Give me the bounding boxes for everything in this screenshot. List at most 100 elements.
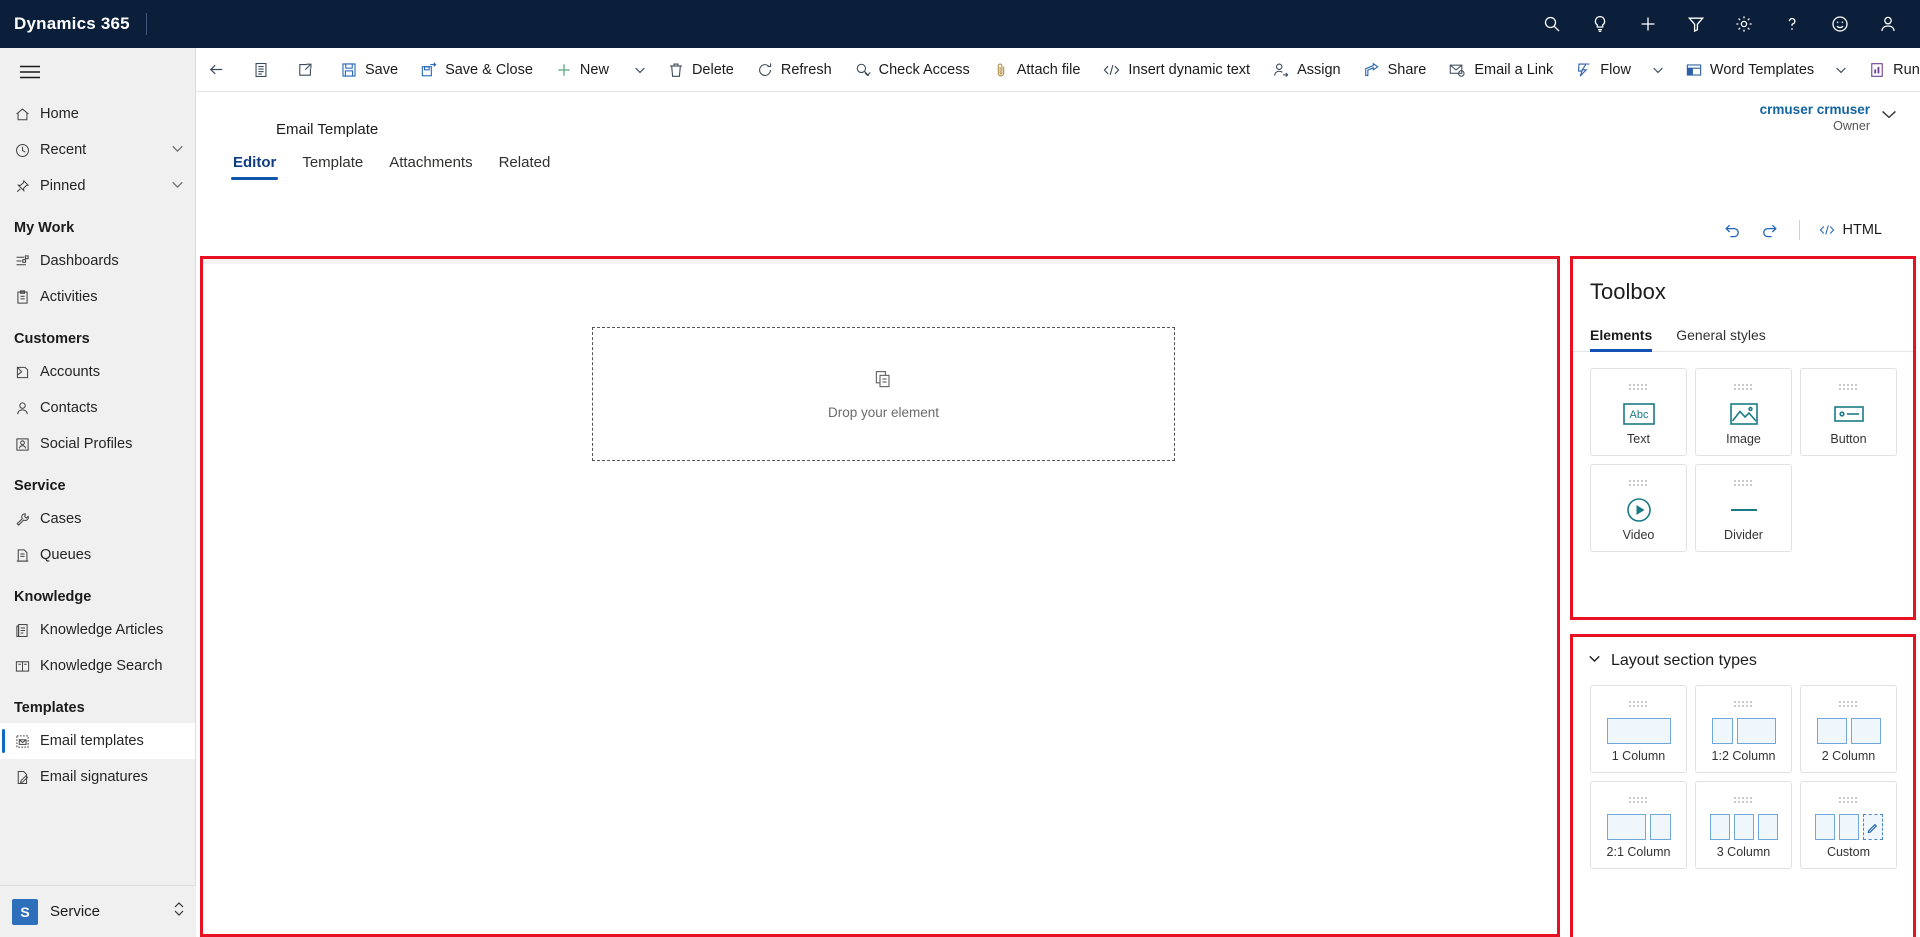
drag-handle-icon[interactable] [1733,378,1755,396]
tab-editor[interactable]: Editor [220,148,289,180]
element-tile-divider[interactable]: Divider [1695,464,1792,552]
sidebar-item-email-signatures[interactable]: Email signatures [0,759,195,795]
smiley-icon[interactable] [1816,0,1864,48]
canvas-scrollbar[interactable] [203,259,1557,264]
video-element-icon [1626,492,1652,528]
filter-icon[interactable] [1672,0,1720,48]
back-button[interactable] [196,48,237,91]
toolbox-title: Toolbox [1590,279,1666,304]
gear-icon[interactable] [1720,0,1768,48]
sidebar-item-cases[interactable]: Cases [0,501,195,537]
drag-handle-icon[interactable] [1628,695,1650,713]
email-canvas[interactable]: Drop your element [200,256,1560,937]
element-tile-image[interactable]: Image [1695,368,1792,456]
tab-attachments[interactable]: Attachments [376,148,485,180]
flow-chevron-down-icon[interactable] [1642,48,1674,91]
drag-handle-icon[interactable] [1838,695,1860,713]
plus-icon[interactable] [1624,0,1672,48]
insert-dynamic-text-button[interactable]: Insert dynamic text [1091,48,1261,91]
sidebar-item-dashboards[interactable]: Dashboards [0,243,195,279]
redo-button[interactable] [1753,215,1787,245]
layout-section-types-header[interactable]: Layout section types [1573,637,1913,671]
hamburger-menu-icon[interactable] [6,48,54,96]
sidebar-item-queues[interactable]: Queues [0,537,195,573]
search-icon[interactable] [1528,0,1576,48]
element-tile-video[interactable]: Video [1590,464,1687,552]
run-report-button[interactable]: Run Report [1857,48,1920,91]
tab-general-styles[interactable]: General styles [1676,327,1775,351]
layout-tile-2-column[interactable]: 2 Column [1800,685,1897,773]
email-a-link-button[interactable]: Email a Link [1437,48,1564,91]
undo-button[interactable] [1715,215,1749,245]
flow-button[interactable]: Flow [1564,48,1642,91]
chevron-down-icon[interactable] [1587,651,1602,671]
sidebar-item-social-profiles[interactable]: Social Profiles [0,426,195,462]
layout-tile-grid: 1 Column 1:2 Column 2 Column 2:1 Column … [1573,671,1913,869]
drag-handle-icon[interactable] [1628,378,1650,396]
save-and-close-button[interactable]: Save & Close [409,48,544,91]
sidebar-group-customers: Customers [14,331,90,347]
word-templates-chevron-down-icon[interactable] [1825,48,1857,91]
sidebar-item-home[interactable]: Home [0,96,195,132]
assign-button[interactable]: Assign [1261,48,1352,91]
sidebar-item-contacts[interactable]: Contacts [0,390,195,426]
drag-handle-icon[interactable] [1733,695,1755,713]
question-icon[interactable] [1768,0,1816,48]
layout-tile-custom[interactable]: Custom [1800,781,1897,869]
layout-tile-label: 1:2 Column [1711,749,1776,763]
refresh-button[interactable]: Refresh [745,48,843,91]
drag-handle-icon[interactable] [1838,378,1860,396]
chevron-down-icon[interactable] [170,141,185,160]
editor-toolbar: HTML [1715,215,1888,245]
sidebar-item-label: Knowledge Articles [40,622,164,638]
sidebar-item-pinned[interactable]: Pinned [0,168,195,204]
command-bar: Save Save & Close New Delete Refresh Che… [196,48,1920,92]
editor-toolbar-divider [1798,220,1800,240]
owner-name[interactable]: crmuser crmuser [1760,102,1870,117]
attach-file-button[interactable]: Attach file [981,48,1092,91]
layout-tile-1-2-column[interactable]: 1:2 Column [1695,685,1792,773]
layout-tile-label: 3 Column [1716,845,1771,859]
drag-handle-icon[interactable] [1733,791,1755,809]
delete-button[interactable]: Delete [656,48,745,91]
new-button[interactable]: New [544,48,620,91]
html-view-button[interactable]: HTML [1812,218,1888,242]
popout-button[interactable] [285,48,325,91]
sidebar-item-knowledge-search[interactable]: Knowledge Search [0,648,195,684]
area-label: Service [50,903,101,920]
tab-related[interactable]: Related [486,148,564,180]
person-icon[interactable] [1864,0,1912,48]
sidebar-item-activities[interactable]: Activities [0,279,195,315]
check-access-button[interactable]: Check Access [843,48,981,91]
layout-tile-2-1-column[interactable]: 2:1 Column [1590,781,1687,869]
sidebar-item-label: Accounts [40,364,101,380]
sidebar-item-recent[interactable]: Recent [0,132,195,168]
lightbulb-icon[interactable] [1576,0,1624,48]
layout-tile-3-column[interactable]: 3 Column [1695,781,1792,869]
drag-handle-icon[interactable] [1838,791,1860,809]
sidebar-item-accounts[interactable]: Accounts [0,354,195,390]
share-button[interactable]: Share [1352,48,1438,91]
chevron-down-icon[interactable] [170,177,185,196]
sidebar-item-knowledge-articles[interactable]: Knowledge Articles [0,612,195,648]
brand-divider [145,13,147,35]
drop-zone[interactable]: Drop your element [592,327,1175,461]
element-tile-label: Button [1830,432,1867,446]
area-switcher[interactable]: S Service [0,885,196,937]
area-switcher-updown-icon[interactable] [172,900,186,923]
form-selector-button[interactable] [241,48,281,91]
word-templates-button[interactable]: Word Templates [1674,48,1825,91]
new-chevron-down-icon[interactable] [624,48,656,91]
drag-handle-icon[interactable] [1733,474,1755,492]
drag-handle-icon[interactable] [1628,791,1650,809]
layout-tile-1-column[interactable]: 1 Column [1590,685,1687,773]
drag-handle-icon[interactable] [1628,474,1650,492]
save-button[interactable]: Save [329,48,409,91]
element-tile-button[interactable]: Button [1800,368,1897,456]
tab-template[interactable]: Template [289,148,376,180]
owner-chevron-down-icon[interactable] [1880,105,1898,128]
element-tile-text[interactable]: Abc Text [1590,368,1687,456]
tab-elements[interactable]: Elements [1590,327,1662,352]
layout-2-column-icon [1816,713,1881,749]
sidebar-item-email-templates[interactable]: Email templates [0,723,195,759]
